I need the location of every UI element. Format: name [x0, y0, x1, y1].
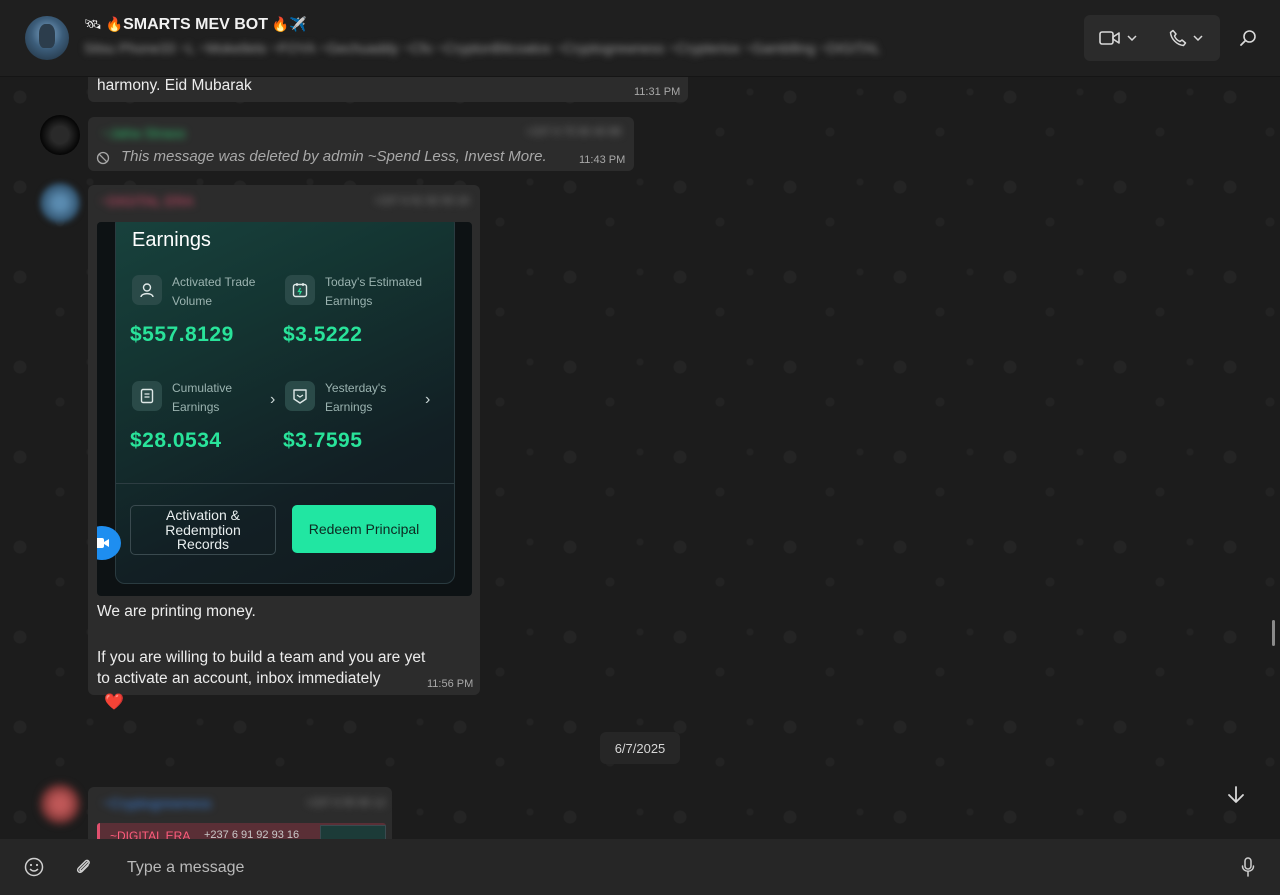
today-earnings-value: $3.5222: [283, 323, 363, 346]
yesterday-earnings-value: $3.7595: [283, 429, 363, 452]
microphone-icon: [1241, 857, 1255, 877]
deleted-message-text: This message was deleted by admin ~Spend…: [121, 148, 547, 165]
message-caption-line: We are printing money.: [97, 603, 256, 620]
paperclip-icon: [76, 859, 90, 874]
video-camera-icon: [1099, 31, 1120, 45]
activation-records-button: Activation & Redemption Records: [130, 505, 276, 555]
cumulative-earnings-value: $28.0534: [130, 429, 222, 452]
scroll-to-bottom-button[interactable]: [1216, 775, 1256, 815]
message-time: 11:31 PM: [634, 86, 681, 98]
cell-label: Yesterday's Earnings: [325, 381, 387, 414]
earnings-card: Earnings Activated Trade Volume $557.8129…: [115, 222, 455, 584]
message-time: 11:56 PM: [427, 678, 474, 690]
cell-label: Activated Trade Volume: [172, 275, 256, 308]
sender-name[interactable]: ~Cryptogrewness: [102, 795, 211, 811]
chevron-right-icon: ›: [270, 391, 276, 408]
document-icon: [132, 381, 162, 411]
attach-button[interactable]: [70, 853, 98, 881]
search-button[interactable]: [1234, 24, 1262, 52]
sender-name[interactable]: ~DIGITAL ERA: [100, 193, 194, 209]
sender-avatar[interactable]: [40, 115, 80, 155]
video-call-button[interactable]: [1084, 15, 1152, 61]
message-bubble[interactable]: ~Cryptogrewness +237 6 55 90 12 ~DIGITAL…: [88, 787, 392, 839]
phone-icon: [1169, 29, 1187, 47]
group-name: SMARTS MEV BOT: [123, 16, 268, 33]
cell-label: Today's Estimated Earnings: [325, 275, 423, 308]
group-title[interactable]: 🛰 🔥SMARTS MEV BOT 🔥✈️: [84, 16, 307, 34]
badge-icon: [285, 381, 315, 411]
sender-number: +237 6 75 90 40 88: [526, 126, 622, 138]
card-divider: [116, 483, 454, 484]
message-caption-line: to activate an account, inbox immediatel…: [97, 670, 381, 687]
message-caption-line: If you are willing to build a team and y…: [97, 649, 426, 666]
message-time: 11:43 PM: [579, 154, 626, 166]
participants-list[interactable]: Sitsu Phone33 ~L ~Moketlets ~FOYA ~Gechu…: [84, 40, 1064, 60]
quoted-sender-number: +237 6 91 92 93 16: [204, 829, 300, 839]
redeem-principal-button: Redeem Principal: [292, 505, 436, 553]
quoted-message[interactable]: ~DIGITAL ERA +237 6 91 92 93 16: [97, 823, 386, 839]
quoted-thumbnail: [320, 825, 386, 839]
search-icon: [1240, 30, 1256, 46]
call-controls: [1084, 15, 1220, 61]
user-icon: [132, 275, 162, 305]
message-input[interactable]: [125, 856, 1209, 880]
title-emoji-prefix: 🛰 🔥: [84, 16, 124, 32]
message-list[interactable]: harmony. Eid Mubarak 11:31 PM ~Jaha Stra…: [0, 77, 1280, 839]
sender-number: +237 6 55 90 12: [306, 797, 386, 809]
blocked-icon: [96, 151, 110, 165]
message-bubble[interactable]: ~Jaha Straoo +237 6 75 90 40 88 This mes…: [88, 117, 634, 171]
title-emoji-suffix: 🔥✈️: [268, 16, 307, 32]
sender-number: +237 6 91 92 93 16: [374, 195, 470, 207]
arrow-down-icon: [1228, 786, 1244, 803]
activated-volume-value: $557.8129: [130, 323, 234, 346]
group-avatar[interactable]: [25, 16, 69, 60]
sender-name[interactable]: ~Jaha Straoo: [102, 125, 186, 141]
emoji-button[interactable]: [20, 853, 48, 881]
quoted-sender-name: ~DIGITAL ERA: [110, 829, 191, 839]
cell-label: Cumulative Earnings: [172, 381, 233, 414]
scrollbar-thumb[interactable]: [1272, 620, 1275, 646]
voice-message-button[interactable]: [1234, 853, 1262, 881]
chat-header: 🛰 🔥SMARTS MEV BOT 🔥✈️ Sitsu Phone33 ~L ~…: [0, 0, 1280, 77]
earnings-title: Earnings: [132, 229, 211, 251]
message-bubble[interactable]: harmony. Eid Mubarak 11:31 PM: [88, 77, 688, 102]
message-image[interactable]: Earnings Activated Trade Volume $557.8129…: [97, 222, 472, 596]
date-separator: 6/7/2025: [600, 732, 680, 764]
smiley-icon: [24, 857, 44, 877]
sender-avatar[interactable]: [40, 784, 80, 824]
reaction-heart[interactable]: ❤️: [104, 692, 124, 712]
message-composer: [0, 839, 1280, 895]
calendar-icon: [285, 275, 315, 305]
chevron-down-icon: [1127, 35, 1137, 41]
message-text: harmony. Eid Mubarak: [97, 77, 252, 94]
chevron-right-icon: ›: [425, 391, 431, 408]
sender-avatar[interactable]: [40, 183, 80, 223]
voice-call-button[interactable]: [1152, 15, 1220, 61]
chevron-down-icon: [1193, 35, 1203, 41]
